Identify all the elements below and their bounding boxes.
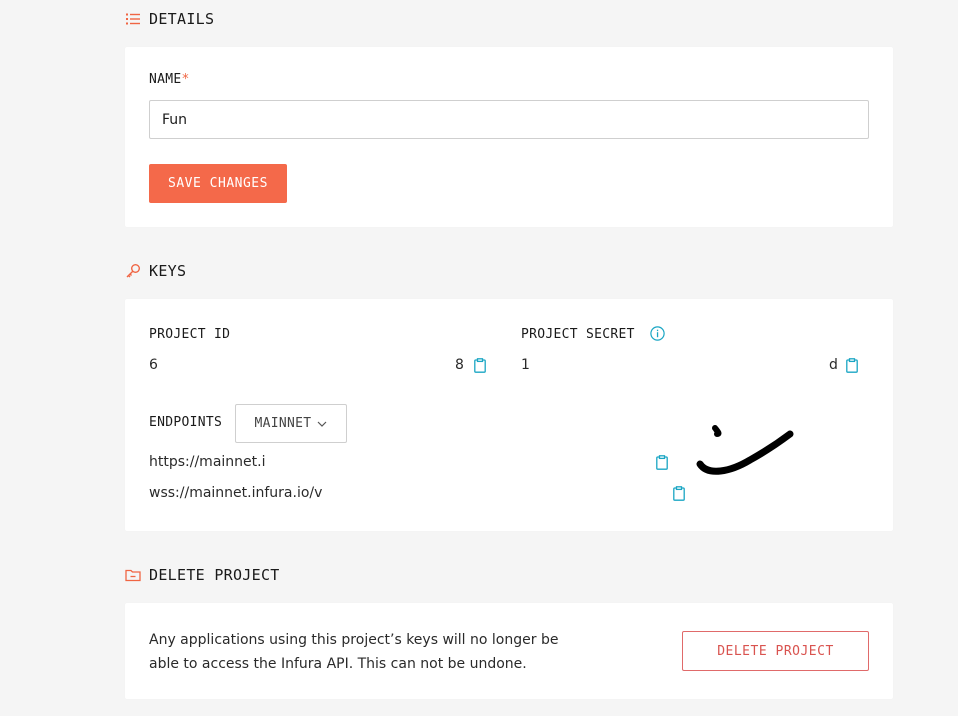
save-changes-button[interactable]: SAVE CHANGES <box>149 164 287 203</box>
copy-https-endpoint-icon[interactable] <box>656 455 668 470</box>
copy-project-id-icon[interactable] <box>474 358 486 373</box>
keys-section-heading: KEYS <box>125 262 186 280</box>
delete-heading-text: DELETE PROJECT <box>149 566 280 584</box>
keys-card: PROJECT ID 6 8 PROJECT SECRET 1 d ENDPOI… <box>125 299 893 531</box>
copy-wss-endpoint-icon[interactable] <box>673 486 685 501</box>
project-secret-label: PROJECT SECRET <box>521 327 635 342</box>
delete-section-heading: DELETE PROJECT <box>125 566 280 584</box>
key-icon <box>126 264 140 278</box>
scribble-annotation <box>696 425 794 475</box>
folder-icon <box>125 569 141 582</box>
project-id-value-end: 8 <box>455 357 464 373</box>
keys-heading-text: KEYS <box>149 262 187 280</box>
details-heading-text: DETAILS <box>149 10 215 28</box>
project-id-label: PROJECT ID <box>149 327 231 342</box>
required-mark: * <box>181 72 190 87</box>
project-id-value-start: 6 <box>149 357 158 373</box>
project-secret-value-start: 1 <box>521 357 530 373</box>
delete-warning-text: Any applications using this project’s ke… <box>149 632 559 672</box>
list-icon <box>126 13 140 25</box>
wss-endpoint: wss://mainnet.infura.io/v <box>149 485 323 501</box>
name-label: NAME* <box>149 72 190 87</box>
info-icon[interactable] <box>650 326 665 341</box>
endpoints-label: ENDPOINTS <box>149 415 223 430</box>
name-label-text: NAME <box>149 72 182 87</box>
project-secret-value-end: d <box>829 357 838 373</box>
delete-card: Any applications using this project’s ke… <box>125 603 893 699</box>
details-section-heading: DETAILS <box>125 10 214 28</box>
network-select[interactable]: MAINNET <box>235 404 347 443</box>
https-endpoint: https://mainnet.i <box>149 454 266 470</box>
delete-project-button[interactable]: DELETE PROJECT <box>682 631 869 671</box>
project-name-input[interactable] <box>149 100 869 139</box>
network-select-value: MAINNET <box>254 416 312 431</box>
project-settings-page: DETAILS NAME* SAVE CHANGES KEYS PROJECT … <box>0 0 958 716</box>
copy-project-secret-icon[interactable] <box>846 358 858 373</box>
details-card: NAME* SAVE CHANGES <box>125 47 893 227</box>
chevron-down-icon <box>318 421 327 427</box>
